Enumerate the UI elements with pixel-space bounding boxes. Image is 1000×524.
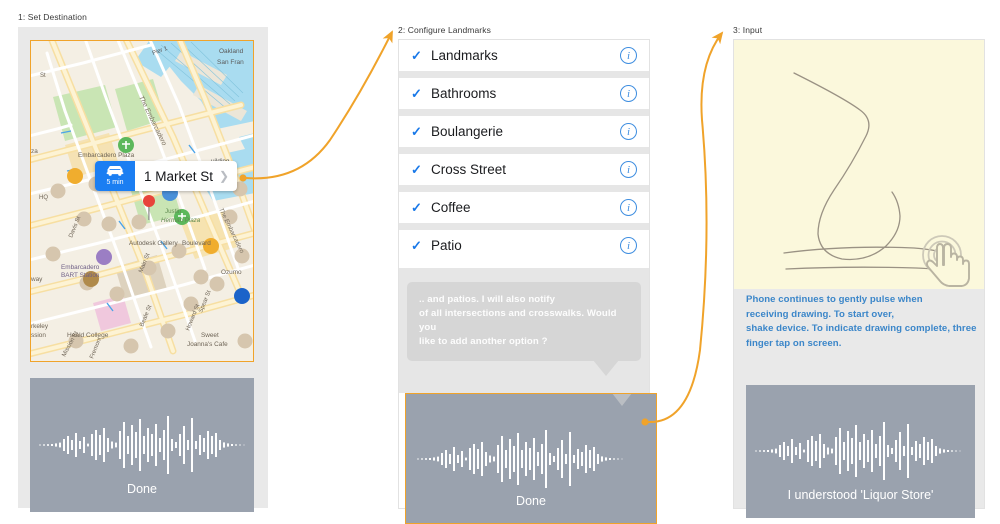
- assistant-message-zone: .. and patios. I will also notify of all…: [399, 268, 649, 393]
- svg-text:HQ: HQ: [39, 195, 48, 201]
- phone-frame-2: ✓ Landmarks i ✓ Bathrooms i ✓ Boulangeri…: [398, 39, 657, 524]
- list-separator: [399, 185, 649, 192]
- svg-text:ssion: ssion: [31, 332, 46, 339]
- list-item-label: Landmarks: [431, 48, 498, 63]
- svg-text:Embarcadero: Embarcadero: [61, 264, 100, 271]
- svg-text:St: St: [40, 73, 46, 79]
- voice-waveform-1[interactable]: Done: [30, 378, 254, 512]
- svg-text:Joanna's Cafe: Joanna's Cafe: [187, 341, 228, 348]
- checkmark-icon: ✓: [411, 162, 422, 177]
- map-view[interactable]: Oakland San Fran Pier 1 The Embarcadero …: [30, 40, 254, 362]
- panel-1-label: 1: Set Destination: [18, 12, 87, 22]
- list-item-label: Boulangerie: [431, 124, 504, 139]
- list-item[interactable]: ✓ Landmarks i: [399, 40, 649, 71]
- list-separator: [399, 71, 649, 78]
- phone-frame-1: Oakland San Fran Pier 1 The Embarcadero …: [18, 27, 268, 512]
- car-icon: [105, 165, 125, 177]
- drawing-canvas[interactable]: [734, 40, 984, 289]
- info-icon[interactable]: i: [620, 47, 637, 64]
- panel-3-label: 3: Input: [733, 25, 763, 35]
- info-icon[interactable]: i: [620, 123, 637, 140]
- checkmark-icon: ✓: [411, 238, 422, 253]
- eta-minutes: 5 min: [106, 179, 124, 186]
- assistant-speech-bubble: .. and patios. I will also notify of all…: [407, 282, 641, 376]
- list-separator: [399, 147, 649, 154]
- svg-text:Ozumo: Ozumo: [221, 269, 242, 276]
- info-icon[interactable]: i: [620, 85, 637, 102]
- svg-text:rkeley: rkeley: [31, 323, 49, 330]
- list-separator: [399, 109, 649, 116]
- map-graphic: Oakland San Fran Pier 1 The Embarcadero …: [31, 41, 253, 361]
- info-icon[interactable]: i: [620, 237, 637, 254]
- chevron-right-icon[interactable]: ❯: [219, 161, 237, 191]
- list-item[interactable]: ✓ Cross Street i: [399, 154, 649, 185]
- panel-2-label: 2: Configure Landmarks: [398, 25, 491, 35]
- svg-text:Boulevard: Boulevard: [182, 240, 211, 247]
- svg-text:Sweet: Sweet: [201, 332, 219, 339]
- speech-bubble-tail: [593, 360, 619, 376]
- svg-text:Oakland: Oakland: [219, 48, 244, 55]
- list-item-label: Bathrooms: [431, 86, 497, 101]
- list-item-label: Coffee: [431, 200, 471, 215]
- list-item[interactable]: ✓ Bathrooms i: [399, 78, 649, 109]
- list-item[interactable]: ✓ Coffee i: [399, 192, 649, 223]
- waveform-caption-2: Done: [516, 494, 546, 508]
- waveform-caption-1: Done: [127, 482, 157, 496]
- checkmark-icon: ✓: [411, 124, 422, 139]
- svg-text:Autodesk Gallery: Autodesk Gallery: [129, 240, 178, 247]
- list-item-label: Patio: [431, 238, 462, 253]
- svg-text:Justin: Justin: [165, 208, 182, 215]
- checkmark-icon: ✓: [411, 200, 422, 215]
- eta-badge: 5 min: [95, 161, 135, 191]
- voice-waveform-2[interactable]: Done: [405, 393, 657, 524]
- voice-waveform-3[interactable]: I understood 'Liquor Store': [746, 385, 975, 518]
- svg-text:way: way: [31, 276, 43, 283]
- phone-frame-3: Phone continues to gently pulse when rec…: [733, 39, 985, 518]
- checkmark-icon: ✓: [411, 48, 422, 63]
- list-item[interactable]: ✓ Patio i: [399, 230, 649, 261]
- waveform-caption-3: I understood 'Liquor Store': [787, 488, 934, 502]
- list-separator: [399, 223, 649, 230]
- list-item-label: Cross Street: [431, 162, 507, 177]
- checkmark-icon: ✓: [411, 86, 422, 101]
- info-icon[interactable]: i: [620, 161, 637, 178]
- svg-text:San Fran: San Fran: [217, 59, 244, 66]
- connector-2-to-3: [641, 31, 724, 426]
- assistant-message-text: .. and patios. I will also notify of all…: [419, 294, 617, 347]
- destination-name: 1 Market St: [144, 168, 214, 184]
- info-icon[interactable]: i: [620, 199, 637, 216]
- svg-text:Herman Plaza: Herman Plaza: [161, 217, 201, 224]
- svg-text:Embarcadero Plaza: Embarcadero Plaza: [78, 152, 135, 159]
- tap-hand-icon: [916, 233, 982, 289]
- destination-callout[interactable]: 5 min 1 Market St ❯: [95, 161, 238, 191]
- list-item[interactable]: ✓ Boulangerie i: [399, 116, 649, 147]
- svg-text:za: za: [31, 148, 38, 155]
- svg-text:BART Station: BART Station: [61, 272, 100, 279]
- landmark-list: ✓ Landmarks i ✓ Bathrooms i ✓ Boulangeri…: [399, 40, 649, 261]
- input-instructions: Phone continues to gently pulse when rec…: [746, 294, 977, 349]
